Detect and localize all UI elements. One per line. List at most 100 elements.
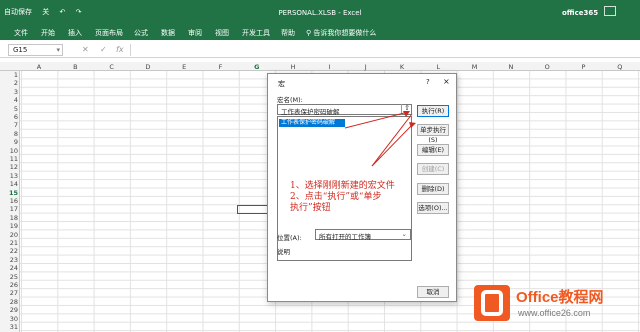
name-box[interactable]: G15 ▾ (8, 44, 63, 56)
row-header[interactable]: 29 (0, 306, 18, 314)
row-header[interactable]: 10 (0, 147, 18, 155)
macro-name-field[interactable]: 工作表保护密码破解 (277, 104, 412, 116)
scroll-up-icon[interactable]: ⇧ (401, 104, 412, 115)
enter-icon[interactable]: ✓ (100, 45, 107, 54)
help-button[interactable]: ? (426, 78, 430, 86)
annotation-line: 执行”按钮 (290, 203, 331, 213)
row-header[interactable]: 19 (0, 222, 18, 230)
tab-help[interactable]: 帮助 (281, 28, 295, 38)
formula-input[interactable] (130, 44, 634, 56)
account-name[interactable]: office365 (562, 9, 598, 17)
position-label: 位置(A): (277, 234, 302, 242)
tab-data[interactable]: 数据 (161, 28, 175, 38)
row-header[interactable]: 5 (0, 105, 18, 113)
row-header[interactable]: 14 (0, 180, 18, 188)
column-header[interactable]: F (203, 63, 239, 71)
row-header[interactable]: 30 (0, 315, 18, 323)
tab-page-layout[interactable]: 页面布局 (95, 28, 123, 38)
row-header[interactable]: 28 (0, 298, 18, 306)
row-header[interactable]: 4 (0, 96, 18, 104)
row-header[interactable]: 23 (0, 256, 18, 264)
row-header[interactable]: 9 (0, 138, 18, 146)
column-header[interactable]: N (493, 63, 529, 71)
row-header[interactable]: 11 (0, 155, 18, 163)
row-header[interactable]: 25 (0, 273, 18, 281)
formula-bar: G15 ▾ ✕ ✓ fx (0, 42, 640, 58)
tab-insert[interactable]: 插入 (68, 28, 82, 38)
office-logo (474, 285, 510, 321)
description-label: 说明 (277, 248, 290, 256)
dialog-title: 宏 (278, 80, 285, 88)
row-header[interactable]: 17 (0, 205, 18, 213)
column-header[interactable]: G (239, 63, 275, 71)
column-header[interactable]: B (57, 63, 93, 71)
column-header[interactable]: H (275, 63, 311, 71)
chevron-down-icon[interactable]: ⌄ (402, 230, 407, 238)
tab-file[interactable]: 文件 (14, 28, 28, 38)
row-header[interactable]: 26 (0, 281, 18, 289)
tab-formulas[interactable]: 公式 (134, 28, 148, 38)
edit-button[interactable]: 编辑(E) (417, 144, 449, 156)
row-header[interactable]: 7 (0, 121, 18, 129)
row-header[interactable]: 1 (0, 71, 18, 79)
position-select[interactable]: 所有打开的工作簿 ⌄ (315, 229, 411, 241)
annotation-line: 1、选择刚刚新建的宏文件 (290, 181, 395, 191)
cancel-icon[interactable]: ✕ (82, 45, 89, 54)
tab-view[interactable]: 视图 (215, 28, 229, 38)
column-header[interactable]: Q (602, 63, 638, 71)
close-button[interactable]: × (443, 77, 450, 86)
row-header[interactable]: 13 (0, 172, 18, 180)
row-header[interactable]: 18 (0, 214, 18, 222)
create-button[interactable]: 创建(C) (417, 163, 449, 175)
row-header[interactable]: 27 (0, 289, 18, 297)
row-header[interactable]: 15 (0, 189, 18, 197)
annotation-text: 1、选择刚刚新建的宏文件 2、点击“执行”或“单步 执行”按钮 (290, 181, 410, 214)
row-header[interactable]: 3 (0, 88, 18, 96)
step-into-button[interactable]: 单步执行(S) (417, 124, 449, 144)
row-headers: 1 2 3 4 5 6 7 8 9 10 11 12 13 14 15 16 17 18 19 20 21 22 23 24 2… (0, 71, 20, 332)
column-header[interactable]: E (166, 63, 202, 71)
row-header[interactable]: 16 (0, 197, 18, 205)
column-header[interactable]: C (94, 63, 130, 71)
column-header[interactable]: A (21, 63, 57, 71)
tab-home[interactable]: 开始 (41, 28, 55, 38)
tab-developer[interactable]: 开发工具 (242, 28, 270, 38)
row-header[interactable]: 24 (0, 264, 18, 272)
column-header[interactable]: J (348, 63, 384, 71)
row-header[interactable]: 8 (0, 130, 18, 138)
window-title: PERSONAL.XLSB - Excel (278, 9, 362, 17)
row-header[interactable]: 12 (0, 163, 18, 171)
row-header[interactable]: 31 (0, 323, 18, 331)
column-header[interactable]: L (420, 63, 456, 71)
name-box-value: G15 (13, 46, 28, 54)
row-header[interactable]: 20 (0, 231, 18, 239)
column-header[interactable]: M (457, 63, 493, 71)
tell-me-search[interactable]: ⚲ 告诉我你想要做什么 (306, 28, 376, 38)
column-header[interactable]: I (311, 63, 347, 71)
options-button[interactable]: 选项(O)... (417, 202, 449, 214)
row-header[interactable]: 21 (0, 239, 18, 247)
macro-dialog: 宏 ? × 宏名(M): 工作表保护密码破解 ⇧ 工作表保护密码破解 1、选择刚… (267, 73, 457, 302)
chevron-down-icon[interactable]: ▾ (56, 46, 60, 54)
ribbon-tabs: 文件 开始 插入 页面布局 公式 数据 审阅 视图 开发工具 帮助 ⚲ 告诉我你… (0, 24, 640, 40)
macro-name-value: 工作表保护密码破解 (281, 108, 340, 116)
column-header[interactable]: K (384, 63, 420, 71)
position-value: 所有打开的工作簿 (319, 233, 371, 241)
tell-me-text: 告诉我你想要做什么 (313, 29, 377, 37)
delete-button[interactable]: 删除(D) (417, 183, 449, 195)
macro-name-label: 宏名(M): (277, 96, 303, 104)
tab-review[interactable]: 审阅 (188, 28, 202, 38)
insert-function-icon[interactable]: fx (116, 45, 124, 54)
row-header[interactable]: 2 (0, 79, 18, 87)
watermark: Office教程网 www.office26.com (470, 282, 640, 332)
column-header[interactable]: O (529, 63, 565, 71)
column-header[interactable]: D (130, 63, 166, 71)
column-header[interactable]: P (566, 63, 602, 71)
title-bar: 自动保存 关 ↶ ↷ PERSONAL.XLSB - Excel office3… (0, 0, 640, 24)
macro-list-item[interactable]: 工作表保护密码破解 (279, 119, 345, 127)
row-header[interactable]: 6 (0, 113, 18, 121)
ribbon-display-icon[interactable] (604, 6, 616, 16)
cancel-button[interactable]: 取消 (417, 286, 449, 298)
row-header[interactable]: 22 (0, 247, 18, 255)
run-button[interactable]: 执行(R) (417, 105, 449, 117)
